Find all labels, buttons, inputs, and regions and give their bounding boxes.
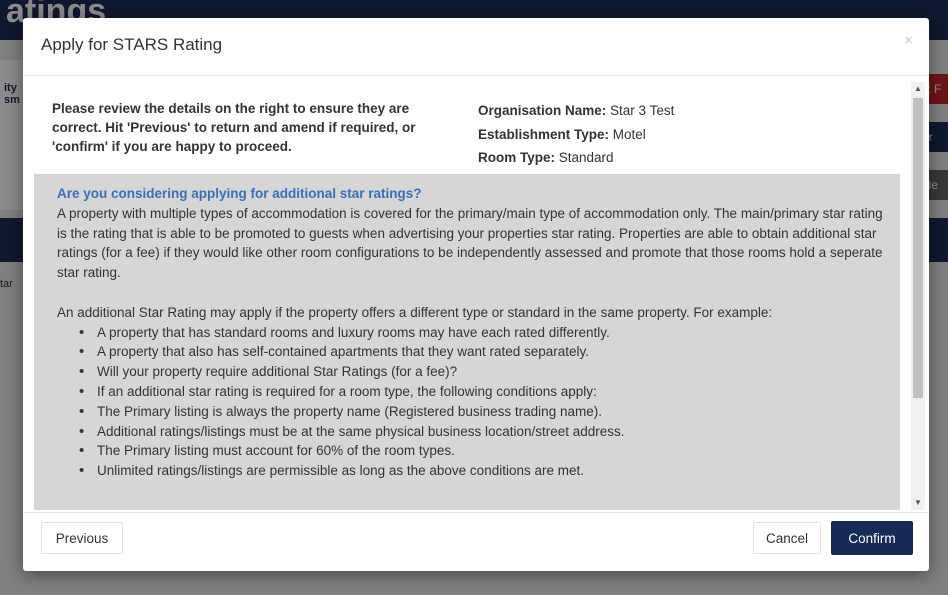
list-item: The Primary listing is always the proper… [77,402,900,422]
scroll-up-icon[interactable]: ▲ [911,83,925,95]
establishment-type-label: Establishment Type: [478,126,610,142]
room-type-row: Room Type: Standard [478,146,674,170]
organisation-name-label: Organisation Name: [478,103,607,118]
dialog-title: Apply for STARS Rating [41,35,223,54]
previous-button[interactable]: Previous [41,522,123,554]
list-item: Will your property require additional St… [77,362,900,382]
review-instructions: Please review the details on the right t… [52,101,416,154]
scroll-down-icon[interactable]: ▼ [911,497,925,509]
confirm-button[interactable]: Confirm [831,521,913,555]
cancel-button[interactable]: Cancel [753,522,821,554]
info-heading: Are you considering applying for additio… [57,186,422,201]
list-item: The Primary listing must account for 60%… [77,441,900,461]
apply-stars-rating-dialog: Apply for STARS Rating × Please review t… [23,18,929,571]
organisation-name-row: Organisation Name: Star 3 Test [478,99,674,123]
establishment-type-value: Motel [612,126,646,142]
close-icon[interactable]: × [904,32,913,49]
room-type-label: Room Type: [478,150,555,165]
list-item: If an additional star rating is required… [77,382,900,402]
scrollbar-thumb[interactable] [913,98,923,398]
room-type-value: Standard [558,150,614,165]
footer-divider [23,512,929,513]
additional-ratings-info: Are you considering applying for additio… [34,174,900,510]
info-paragraph-1: A property with multiple types of accomm… [57,205,883,281]
establishment-details: Organisation Name: Star 3 Test Establish… [478,99,674,170]
header-divider [23,75,929,76]
establishment-type-row: Establishment Type: Motel [478,123,674,147]
dialog-body: Please review the details on the right t… [34,82,900,510]
list-item: A property that also has self-contained … [77,342,900,362]
info-paragraph-2: An additional Star Rating may apply if t… [57,304,773,320]
list-item: A property that has standard rooms and l… [77,323,900,343]
list-item: Additional ratings/listings must be at t… [77,422,900,442]
info-bullet-list: A property that has standard rooms and l… [57,323,900,481]
list-item: Unlimited ratings/listings are permissib… [77,461,900,481]
dialog-scrollbar[interactable]: ▲ ▼ [911,82,925,510]
organisation-name-value: Star 3 Test [610,103,675,118]
